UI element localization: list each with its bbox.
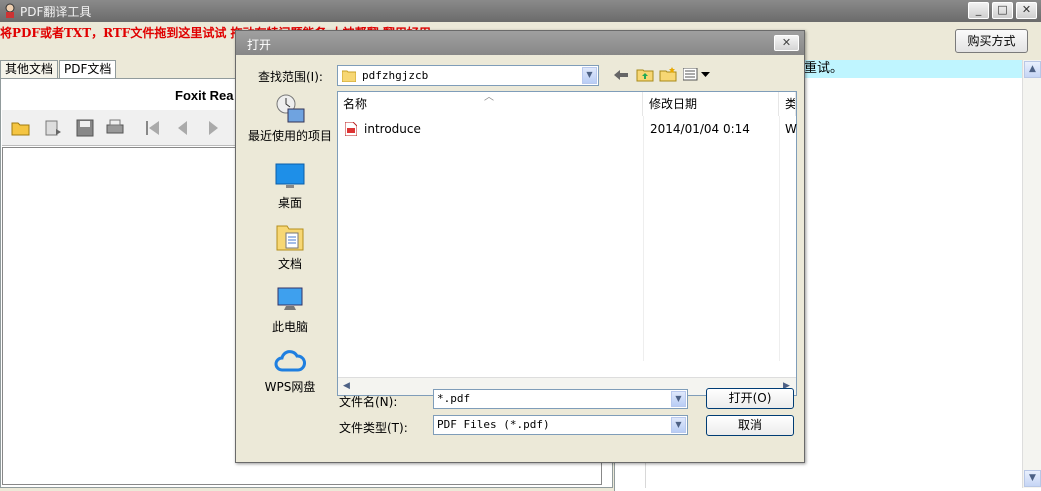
back-icon[interactable] [614, 69, 628, 81]
place-recent-label: 最近使用的项目 [247, 129, 332, 143]
file-name: introduce [364, 122, 421, 136]
view-menu-icon[interactable] [683, 68, 711, 81]
column-name-label: 名称 [343, 97, 368, 111]
column-header-name[interactable]: 名称 ︿ [338, 92, 643, 116]
filename-value: *.pdf [437, 392, 471, 405]
column-header-type[interactable]: 类 [780, 92, 796, 116]
place-wps-cloud[interactable]: WPS网盘 [245, 346, 335, 395]
computer-icon [277, 287, 303, 310]
places-bar: 最近使用的项目 桌面 文档 此电脑 WPS网盘 [245, 91, 335, 396]
foxit-reader-title: Foxit Rea [175, 88, 234, 103]
app-icon [5, 3, 15, 18]
column-divider [643, 116, 644, 361]
export-icon[interactable] [42, 118, 64, 138]
next-page-icon[interactable] [202, 118, 224, 138]
maximize-button[interactable]: □ [992, 2, 1013, 19]
buy-button[interactable]: 购买方式 [955, 29, 1028, 53]
window-title: PDF翻译工具 [20, 5, 92, 19]
look-in-value: pdfzhgjzcb [362, 69, 429, 82]
sort-up-icon: ︿ [484, 92, 494, 103]
previous-page-icon[interactable] [172, 118, 194, 138]
file-list[interactable]: 名称 ︿ 修改日期 类 introduce 2014/01/04 0:14 W … [337, 91, 797, 396]
place-wps-cloud-label: WPS网盘 [264, 380, 316, 394]
chevron-down-icon[interactable]: ▼ [582, 67, 597, 84]
look-in-label: 查找范围(I): [258, 70, 323, 84]
vertical-scrollbar[interactable]: ▲ ▼ [1022, 60, 1041, 488]
filetype-select[interactable]: PDF Files (*.pdf) ▼ [433, 415, 688, 435]
scroll-down-button[interactable]: ▼ [1024, 470, 1041, 487]
pdf-file-icon [345, 122, 357, 136]
tab-other-docs[interactable]: 其他文档 [0, 60, 59, 78]
new-folder-icon[interactable] [659, 67, 677, 82]
desktop-icon [275, 163, 305, 188]
file-modified: 2014/01/04 0:14 [650, 122, 750, 136]
documents-folder-icon [276, 225, 304, 251]
place-this-pc[interactable]: 此电脑 [245, 284, 335, 335]
column-header-modified[interactable]: 修改日期 [644, 92, 779, 116]
close-button[interactable]: ✕ [1016, 2, 1037, 19]
dialog-title-bar: 打开 ✕ [236, 31, 804, 55]
cancel-button[interactable]: 取消 [706, 415, 794, 436]
recent-items-icon [276, 94, 305, 123]
filename-label: 文件名(N): [339, 395, 398, 409]
up-folder-icon[interactable] [636, 67, 654, 82]
main-title-bar: PDF翻译工具 _ □ ✕ [0, 0, 1041, 22]
place-recent[interactable]: 最近使用的项目 [245, 93, 335, 144]
cloud-icon [274, 350, 306, 372]
place-documents[interactable]: 文档 [245, 221, 335, 272]
filetype-label: 文件类型(T): [339, 421, 408, 435]
dialog-title: 打开 [247, 38, 272, 52]
file-type: W [785, 122, 797, 136]
dialog-close-button[interactable]: ✕ [774, 35, 799, 51]
open-folder-icon[interactable] [10, 118, 32, 138]
tab-pdf-docs[interactable]: PDF文档 [59, 60, 117, 78]
open-file-dialog: 打开 ✕ 查找范围(I): pdfzhgjzcb ▼ 最近使用的项目 桌面 文档… [235, 30, 805, 463]
open-button[interactable]: 打开(O) [706, 388, 794, 409]
chevron-down-icon[interactable]: ▼ [671, 417, 686, 433]
filetype-value: PDF Files (*.pdf) [437, 418, 550, 431]
place-documents-label: 文档 [277, 257, 302, 271]
chevron-down-icon[interactable]: ▼ [671, 391, 686, 407]
minimize-button[interactable]: _ [968, 2, 989, 19]
folder-icon [342, 70, 356, 82]
filename-input[interactable]: *.pdf ▼ [433, 389, 688, 409]
place-desktop[interactable]: 桌面 [245, 160, 335, 211]
look-in-combo[interactable]: pdfzhgjzcb ▼ [337, 65, 599, 86]
scroll-up-button[interactable]: ▲ [1024, 61, 1041, 78]
notice-text: 重试。 [800, 60, 1022, 78]
print-icon[interactable] [104, 118, 126, 138]
place-this-pc-label: 此电脑 [271, 320, 308, 334]
save-icon[interactable] [74, 118, 96, 138]
first-page-icon[interactable] [142, 118, 164, 138]
place-desktop-label: 桌面 [277, 196, 302, 210]
column-divider [779, 116, 780, 361]
list-item[interactable]: introduce 2014/01/04 0:14 W [343, 120, 797, 138]
